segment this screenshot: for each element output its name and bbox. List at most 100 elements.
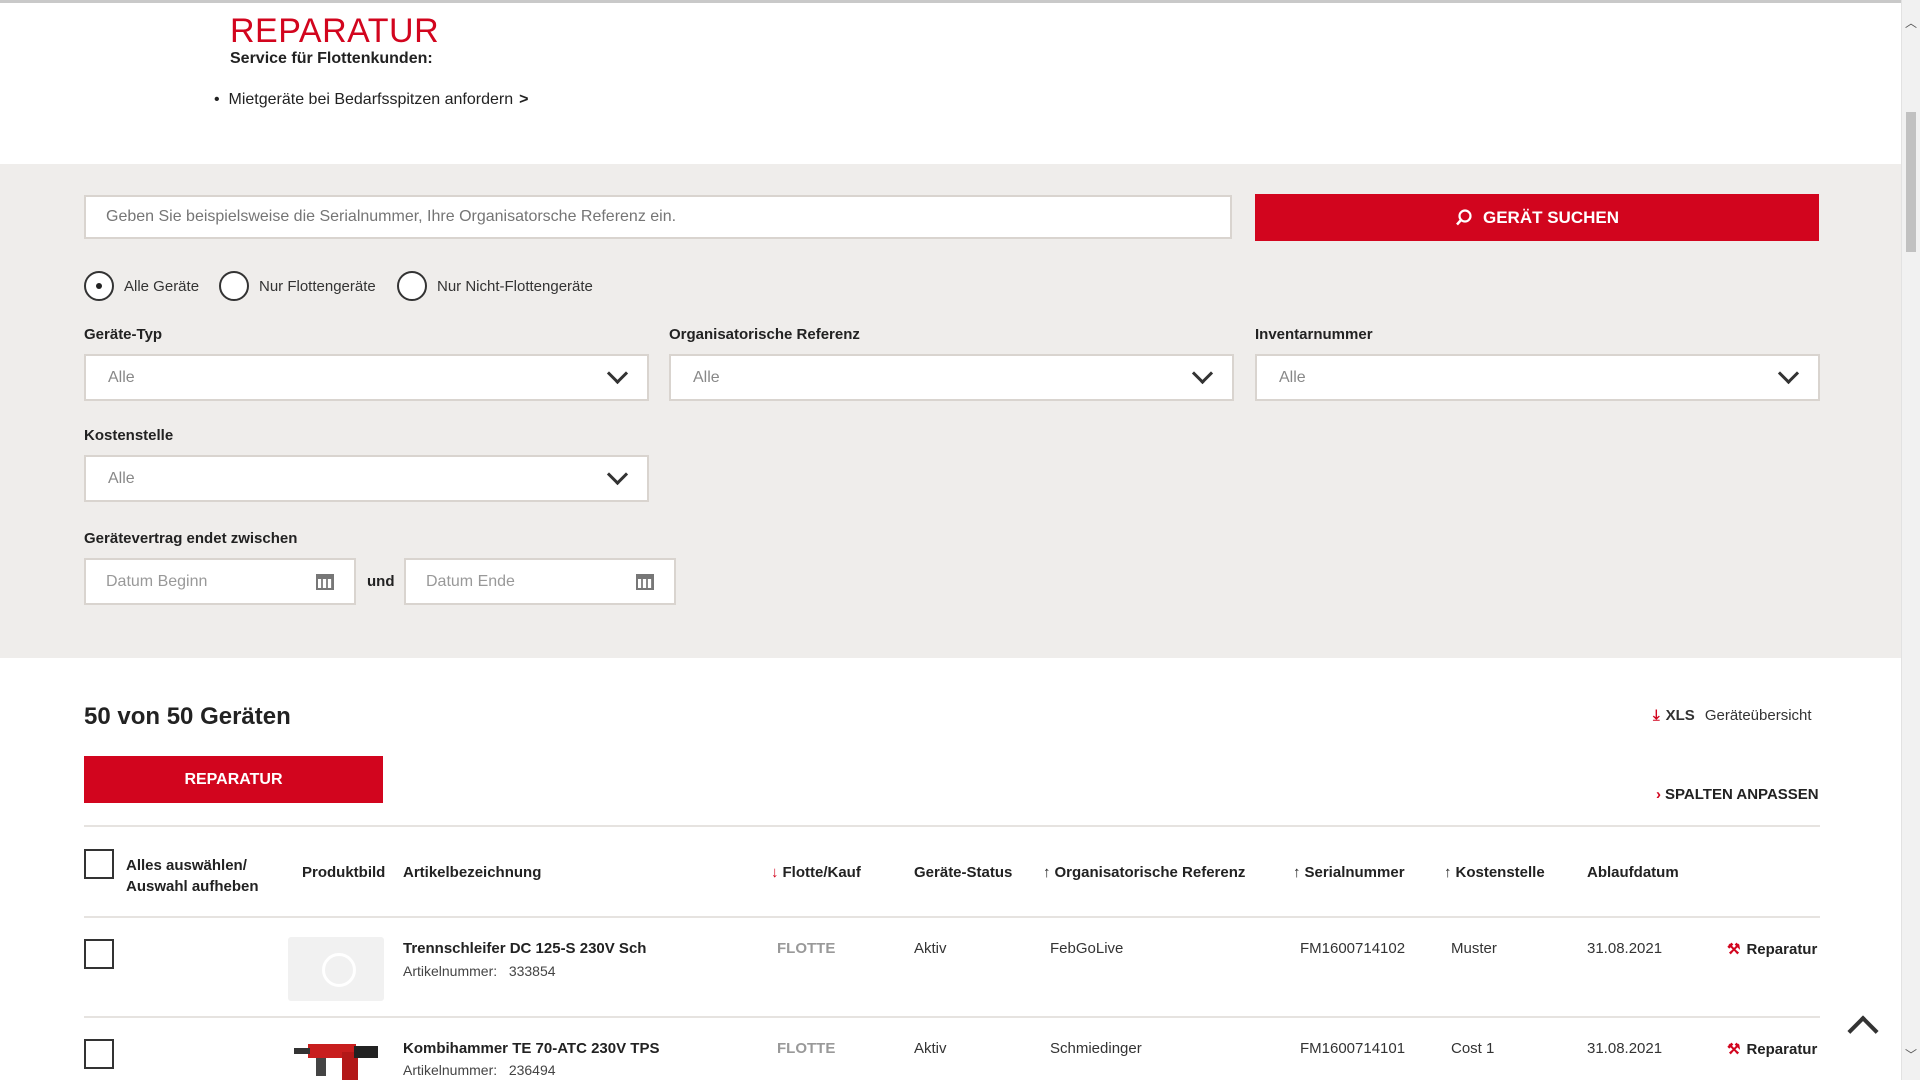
adjust-columns-label: SPALTEN ANPASSEN: [1665, 786, 1819, 803]
expiry-date: 31.08.2021: [1587, 940, 1663, 957]
rental-request-link[interactable]: • Mietgeräte bei Bedarfsspitzen anforder…: [214, 91, 528, 109]
product-name[interactable]: Trennschleifer DC 125-S 230V Sch: [403, 940, 646, 957]
page-title: REPARATUR: [230, 12, 440, 50]
radio-circle-selected: [84, 271, 114, 301]
col-header-status: Geräte-Status: [914, 864, 1013, 881]
article-number-value: 333854: [508, 963, 556, 979]
scroll-down-arrow-icon[interactable]: ﹀: [1904, 1046, 1918, 1063]
chevron-down-icon: [1191, 362, 1214, 385]
radio-fleet-only[interactable]: Nur Flottengeräte: [219, 271, 376, 301]
article-number: Artikelnummer: 236494: [403, 1062, 556, 1078]
row-checkbox[interactable]: [84, 1039, 114, 1069]
org-ref-value: Schmiedinger: [1050, 1040, 1142, 1057]
date-end-input[interactable]: Datum Ende: [404, 558, 676, 605]
sort-up-icon: ↑: [1043, 864, 1051, 881]
radio-label: Alle Geräte: [124, 277, 200, 295]
radio-label: Nur Nicht-Flottengeräte: [437, 277, 593, 295]
repair-action-link[interactable]: ⚒ Reparatur: [1727, 1040, 1817, 1058]
inventory-select[interactable]: Alle: [1255, 354, 1820, 401]
wrench-icon: ⚒: [1727, 941, 1741, 958]
wrench-icon: ⚒: [1727, 1041, 1741, 1058]
col-header-article: Artikelbezeichnung: [403, 864, 542, 881]
select-all-label[interactable]: Alles auswählen/ Auswahl aufheben: [126, 855, 259, 897]
org-ref-select[interactable]: Alle: [669, 354, 1234, 401]
result-count: 50 von 50 Geräten: [84, 703, 291, 730]
repair-button[interactable]: REPARATUR: [84, 756, 383, 803]
chevron-down-icon: [606, 362, 629, 385]
col-header-expiry: Ablaufdatum: [1587, 864, 1679, 881]
date-start-placeholder: Datum Beginn: [106, 572, 208, 590]
col-header-fleet[interactable]: ↓ Flotte/Kauf: [771, 864, 861, 881]
scrollbar[interactable]: ︿ ﹀: [1901, 0, 1920, 1080]
sort-down-icon: ↓: [771, 864, 779, 881]
calendar-icon: [316, 573, 334, 590]
select-all-line1: Alles auswählen/: [126, 857, 247, 874]
expiry-date: 31.08.2021: [1587, 1040, 1663, 1057]
org-ref-label: Organisatorische Referenz: [669, 326, 860, 343]
radio-circle: [397, 271, 427, 301]
device-type-value: Alle: [108, 368, 135, 386]
divider: [84, 1016, 1820, 1018]
device-status: Aktiv: [914, 940, 947, 957]
scrollbar-thumb[interactable]: [1906, 112, 1916, 252]
divider: [84, 916, 1820, 918]
select-all-line2: Auswahl aufheben: [126, 878, 259, 895]
select-all-checkbox[interactable]: [84, 849, 114, 879]
date-end-placeholder: Datum Ende: [426, 572, 515, 590]
xls-text: Geräteübersicht: [1704, 707, 1812, 724]
fleet-badge: FLOTTE: [777, 940, 836, 957]
radio-non-fleet-only[interactable]: Nur Nicht-Flottengeräte: [397, 271, 593, 301]
col-header-serial[interactable]: ↑ Serialnummer: [1293, 864, 1405, 881]
chevron-down-icon: [606, 463, 629, 486]
search-device-label: GERÄT SUCHEN: [1482, 207, 1619, 227]
adjust-columns-link[interactable]: › SPALTEN ANPASSEN: [1656, 786, 1819, 803]
divider: [84, 825, 1820, 827]
col-header-serial-label: Serialnummer: [1304, 864, 1405, 881]
bullet-dot: •: [214, 91, 229, 108]
search-icon: [1456, 208, 1472, 225]
cost-center-value: Alle: [108, 469, 135, 487]
col-header-org-ref[interactable]: ↑ Organisatorische Referenz: [1043, 864, 1245, 881]
org-ref-value: Alle: [693, 368, 720, 386]
sort-up-icon: ↑: [1293, 864, 1301, 881]
chevron-right-icon: ›: [1656, 786, 1661, 803]
calendar-icon: [636, 573, 654, 590]
col-header-image: Produktbild: [302, 864, 386, 881]
date-start-input[interactable]: Datum Beginn: [84, 558, 356, 605]
serial-number: FM1600714102: [1300, 940, 1406, 957]
sort-up-icon: ↑: [1444, 864, 1452, 881]
page-header: REPARATUR Service für Flottenkunden: • M…: [0, 0, 1902, 164]
rental-request-label: Mietgeräte bei Bedarfsspitzen anfordern: [228, 91, 514, 108]
col-header-cost-center-label: Kostenstelle: [1455, 864, 1545, 881]
radio-all-devices[interactable]: Alle Geräte: [84, 271, 199, 301]
cost-center-label: Kostenstelle: [84, 427, 174, 444]
col-header-fleet-label: Flotte/Kauf: [782, 864, 861, 881]
fleet-badge: FLOTTE: [777, 1040, 836, 1057]
article-number-value: 236494: [508, 1062, 556, 1078]
cost-center-value: Cost 1: [1451, 1040, 1495, 1057]
scroll-up-arrow-icon[interactable]: ︿: [1904, 14, 1918, 31]
search-input[interactable]: [84, 195, 1232, 239]
row-checkbox[interactable]: [84, 939, 114, 969]
cost-center-select[interactable]: Alle: [84, 455, 649, 502]
page-subtitle: Service für Flottenkunden:: [230, 50, 433, 67]
repair-action-link[interactable]: ⚒ Reparatur: [1727, 940, 1817, 958]
device-type-label: Geräte-Typ: [84, 326, 163, 343]
date-connector: und: [367, 573, 395, 590]
device-type-select[interactable]: Alle: [84, 354, 649, 401]
search-device-button[interactable]: GERÄT SUCHEN: [1255, 194, 1819, 241]
article-number-label: Artikelnummer:: [403, 963, 498, 979]
xls-export-link[interactable]: ⤓ XLS Geräteübersicht: [1653, 707, 1812, 724]
serial-number: FM1600714101: [1300, 1040, 1406, 1057]
radio-circle: [219, 271, 249, 301]
col-header-org-ref-label: Organisatorische Referenz: [1054, 864, 1246, 881]
hammer-drill-image: [294, 1044, 378, 1080]
scroll-to-top-icon[interactable]: [1847, 1015, 1879, 1047]
repair-action-label: Reparatur: [1746, 941, 1818, 958]
org-ref-value: FebGoLive: [1050, 940, 1124, 957]
col-header-cost-center[interactable]: ↑ Kostenstelle: [1444, 864, 1545, 881]
repair-action-label: Reparatur: [1746, 1041, 1818, 1058]
inventory-label: Inventarnummer: [1255, 326, 1373, 343]
product-name[interactable]: Kombihammer TE 70-ATC 230V TPS: [403, 1040, 659, 1057]
chevron-right-icon: >: [519, 91, 529, 108]
